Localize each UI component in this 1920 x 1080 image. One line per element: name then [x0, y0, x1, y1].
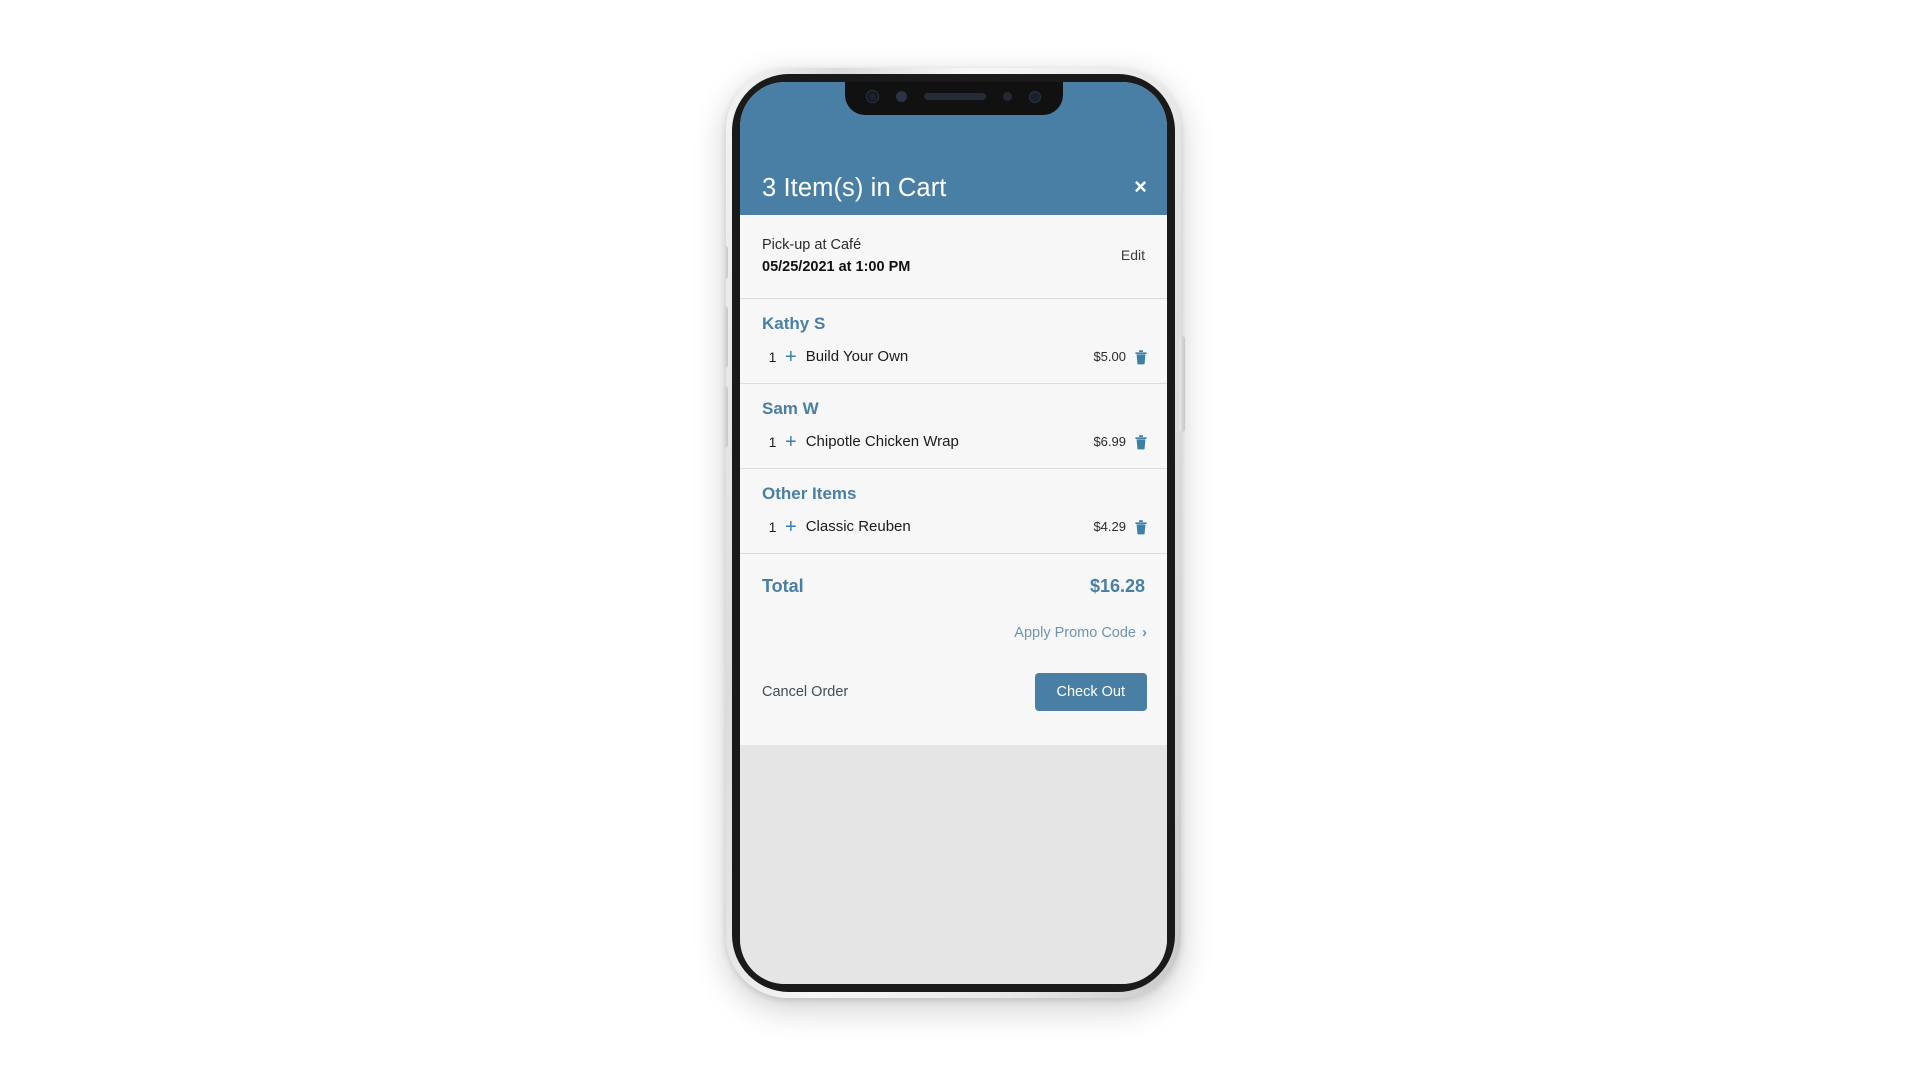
- item-name: Build Your Own: [805, 348, 909, 366]
- cart-group: Kathy S 1 + Build Your Own $5.00: [740, 299, 1167, 384]
- cart-group-title: Sam W: [762, 398, 819, 418]
- cart-item-row: 1 + Classic Reuben $4.29: [740, 513, 1167, 543]
- item-price: $4.29: [1093, 519, 1126, 535]
- cart-group-title: Kathy S: [762, 313, 826, 333]
- screen-root: 3 Item(s) in Cart × Pick-up at Café 05/2…: [0, 0, 1920, 1080]
- delete-item-trash-icon[interactable]: [1134, 349, 1148, 365]
- apply-promo-code-link[interactable]: Apply Promo Code ›: [1014, 625, 1147, 641]
- expand-plus-icon[interactable]: +: [785, 517, 797, 537]
- screen-empty-area: [740, 744, 1167, 984]
- expand-plus-icon[interactable]: +: [785, 432, 797, 452]
- total-section: Total $16.28: [740, 554, 1167, 603]
- item-name: Classic Reuben: [805, 518, 911, 536]
- item-quantity: 1: [768, 348, 777, 365]
- cart-group-title: Other Items: [762, 483, 857, 503]
- phone-notch: [844, 82, 1063, 115]
- expand-plus-icon[interactable]: +: [785, 347, 797, 367]
- delete-item-trash-icon[interactable]: [1134, 519, 1148, 535]
- ambient-light-sensor-icon: [1003, 92, 1012, 101]
- apply-promo-code-label: Apply Promo Code: [1014, 624, 1136, 641]
- close-icon[interactable]: ×: [1134, 176, 1147, 198]
- phone-silent-switch[interactable]: [723, 246, 728, 279]
- item-quantity: 1: [768, 433, 777, 450]
- cart-app: 3 Item(s) in Cart × Pick-up at Café 05/2…: [740, 82, 1167, 984]
- pickup-label: Pick-up at Café: [762, 237, 862, 253]
- page-title: 3 Item(s) in Cart: [762, 173, 947, 202]
- cart-actions: Cancel Order Check Out: [740, 641, 1167, 745]
- chevron-right-icon: ›: [1142, 624, 1147, 642]
- check-out-button[interactable]: Check Out: [1034, 672, 1147, 711]
- cart-group: Other Items 1 + Classic Reuben $4.29: [740, 469, 1167, 554]
- total-label: Total: [762, 575, 804, 596]
- earpiece-speaker-icon: [924, 93, 986, 100]
- phone-power-button[interactable]: [1179, 336, 1185, 432]
- cancel-order-button[interactable]: Cancel Order: [762, 684, 848, 700]
- total-value: $16.28: [1089, 575, 1145, 596]
- proximity-sensor-icon: [896, 91, 907, 102]
- phone-mockup: 3 Item(s) in Cart × Pick-up at Café 05/2…: [722, 68, 1185, 998]
- cart-sheet: Pick-up at Café 05/25/2021 at 1:00 PM Ed…: [740, 215, 1167, 745]
- phone-volume-down-button[interactable]: [722, 386, 728, 448]
- cart-item-row: 1 + Chipotle Chicken Wrap $6.99: [740, 428, 1167, 458]
- item-price: $5.00: [1093, 349, 1126, 365]
- promo-section: Apply Promo Code ›: [740, 603, 1167, 641]
- front-camera-icon: [866, 90, 879, 103]
- dot-projector-icon: [1029, 90, 1041, 103]
- delete-item-trash-icon[interactable]: [1134, 434, 1148, 450]
- item-name: Chipotle Chicken Wrap: [805, 433, 959, 451]
- pickup-datetime: 05/25/2021 at 1:00 PM: [762, 259, 911, 276]
- item-quantity: 1: [768, 518, 777, 535]
- edit-pickup-link[interactable]: Edit: [1121, 234, 1145, 263]
- item-price: $6.99: [1093, 434, 1126, 450]
- pickup-section: Pick-up at Café 05/25/2021 at 1:00 PM Ed…: [740, 215, 1167, 299]
- phone-screen: 3 Item(s) in Cart × Pick-up at Café 05/2…: [740, 82, 1167, 984]
- cart-item-row: 1 + Build Your Own $5.00: [740, 343, 1167, 373]
- pickup-details: Pick-up at Café 05/25/2021 at 1:00 PM: [762, 234, 910, 279]
- cart-group: Sam W 1 + Chipotle Chicken Wrap $6.99: [740, 384, 1167, 469]
- phone-volume-up-button[interactable]: [722, 306, 728, 368]
